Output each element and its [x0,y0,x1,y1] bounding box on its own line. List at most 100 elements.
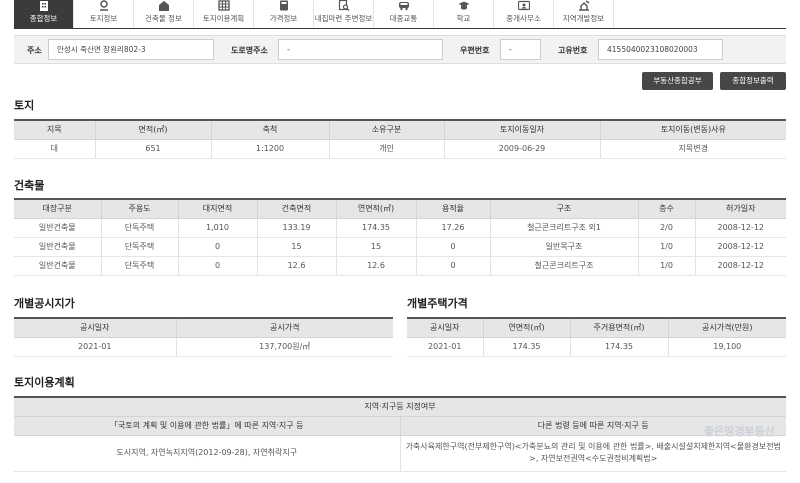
land-use-section-title: 토지이용계획 [14,376,75,389]
table-header-cell: 공시가격(만원) [667,318,786,338]
table-cell: 17.26 [415,218,490,238]
tab-neighborhood-info[interactable]: 내집마련 주변정보 [314,0,374,28]
table-cell: 15 [335,237,416,257]
table-cell: 개인 [328,139,444,159]
table-header-cell: 소유구분 [328,120,444,140]
tab-label: 내집마련 주변정보 [314,14,373,23]
table-cell: 2021-01 [407,337,483,357]
calculator-icon [279,0,288,11]
table-cell: 0 [177,256,257,276]
tab-label: 대중교통 [389,14,418,23]
table-row: 일반건축물 단독주택 1,010 133.19 174.35 17.26 철근콘… [14,218,786,238]
table-header-cell: 축척 [210,120,329,140]
table-header-cell: 지역·지구등 지정여부 [14,397,786,417]
table-cell: 12.6 [256,256,336,276]
road-address-label: 도로명주소 [231,46,268,55]
table-header-cell: 건축면적 [256,199,336,219]
table-header-cell: 허가일자 [694,199,786,219]
table-header-cell: 공시일자 [14,318,176,338]
tab-regional-development[interactable]: 지역개발정보 [554,0,614,28]
table-cell: 2009-06-29 [443,139,600,159]
table-cell: 단독주택 [100,218,178,238]
table-cell: 174.35 [569,337,668,357]
tab-label: 토지정보 [89,14,118,23]
tab-land-info[interactable]: 토지정보 [74,0,134,28]
watermark: 좋은땅경부동산 [704,425,775,438]
tab-price-info[interactable]: 가격정보 [254,0,314,28]
table-cell: 0 [415,237,490,257]
table-header-cell: 대지면적 [177,199,257,219]
tab-label: 지역개발정보 [562,14,605,23]
table-header-cell: 대장구분 [14,199,101,219]
table-row: 일반건축물 단독주택 0 12.6 12.6 0 철근콘크리트구조 1/0 20… [14,256,786,276]
land-table: 지목 면적(㎡) 축척 소유구분 토지이동일자 토지이동(변동)사유 대 651… [14,119,786,159]
table-cell: 1,010 [177,218,257,238]
building-table: 대장구분 주용도 대지면적 건축면적 연면적(㎡) 용적율 구조 층수 허가일자… [14,198,786,276]
table-header-cell: 층수 [637,199,695,219]
grid-icon [217,0,230,11]
house-icon [158,1,169,11]
table-cell: 2008-12-12 [694,237,786,257]
table-cell: 1/0 [637,237,695,257]
lot-address-field[interactable]: 안성시 죽산면 장원리802-3 [48,39,214,60]
bus-icon [398,2,409,11]
table-cell: 일반건축물 [14,256,101,276]
unique-id-label: 고유번호 [558,46,588,55]
zip-code-field[interactable]: - [500,39,541,60]
table-cell: 일반건축물 [14,218,101,238]
table-header-row: 공시일자 연면적(㎡) 주거용면적(㎡) 공시가격(만원) [407,318,786,338]
table-header-cell: 연면적(㎡) [482,318,570,338]
tab-public-transit[interactable]: 대중교통 [374,0,434,28]
table-header-cell: 주용도 [100,199,178,219]
house-price-table: 공시일자 연면적(㎡) 주거용면적(㎡) 공시가격(만원) 2021-01 17… [407,317,786,357]
table-header-cell: 공시가격 [175,318,393,338]
tab-label: 건축물 정보 [145,14,182,23]
table-header-cell: 토지이동일자 [443,120,600,140]
tab-overview[interactable]: 종합정보 [14,0,74,28]
unique-id-field[interactable]: 4155040023108020003 [598,39,723,60]
map-pin-icon [99,0,108,11]
tab-land-use-plan[interactable]: 토지이용계획 [194,0,254,28]
tab-building-info[interactable]: 건축물 정보 [134,0,194,28]
house-price-section-title: 개별주택가격 [407,297,468,310]
table-cell: 12.6 [335,256,416,276]
tab-label: 가격정보 [269,14,298,23]
table-cell: 일반목구조 [489,237,638,257]
tab-brokerage[interactable]: 중개사무소 [494,0,554,28]
table-cell: 2008-12-12 [694,256,786,276]
table-header-row: 지목 면적(㎡) 축척 소유구분 토지이동일자 토지이동(변동)사유 [14,120,786,140]
table-cell: 15 [256,237,336,257]
table-header-cell: 용적율 [415,199,490,219]
table-header-row: 「국토의 계획 및 이용에 관한 법률」에 따른 지역·지구 등 다른 법령 등… [14,416,786,436]
address-bar: 주소 안성시 죽산면 장원리802-3 도로명주소 - 우편번호 - 고유번호 … [14,35,786,64]
print-info-button[interactable]: 종합정보출력 [720,72,786,90]
table-cell: 철근콘크리트구조 외1 [489,218,638,238]
table-cell: 대 [14,139,95,159]
category-tab-bar: 종합정보 토지정보 건축물 정보 토지이용계획 가격정보 내집마련 주변정보 대… [14,0,614,28]
land-price-table: 공시일자 공시가격 2021-01 137,700원/㎡ [14,317,393,357]
id-card-icon [517,0,530,11]
table-cell: 174.35 [335,218,416,238]
real-estate-registry-button[interactable]: 부동산종합공부 [642,72,713,90]
tab-school[interactable]: 학교 [434,0,494,28]
graduation-cap-icon [458,1,469,10]
table-cell: 가축사육제한구역(전부제한구역)<가축분뇨의 관리 및 이용에 관한 법률>, … [399,435,786,472]
road-address-field[interactable]: - [278,39,443,60]
table-cell: 174.35 [482,337,570,357]
land-section-title: 토지 [14,99,35,112]
building-icon [39,1,48,11]
table-header-cell: 공시일자 [407,318,483,338]
building-section-title: 건축물 [14,179,45,192]
table-cell: 137,700원/㎡ [175,337,393,357]
table-cell: 단독주택 [100,237,178,257]
table-cell: 1/0 [637,256,695,276]
table-header-cell: 구조 [489,199,638,219]
tab-label: 학교 [456,14,471,23]
table-row: 도시지역, 자연녹지지역(2012-09-28), 자연취락지구 가축사육제한구… [14,435,786,472]
table-cell: 651 [94,139,211,159]
table-header-cell: 연면적(㎡) [335,199,416,219]
zip-code-label: 우편번호 [460,46,490,55]
tab-label: 중개사무소 [506,14,541,23]
lot-address-label: 주소 [27,46,42,55]
table-cell: 1:1200 [210,139,329,159]
